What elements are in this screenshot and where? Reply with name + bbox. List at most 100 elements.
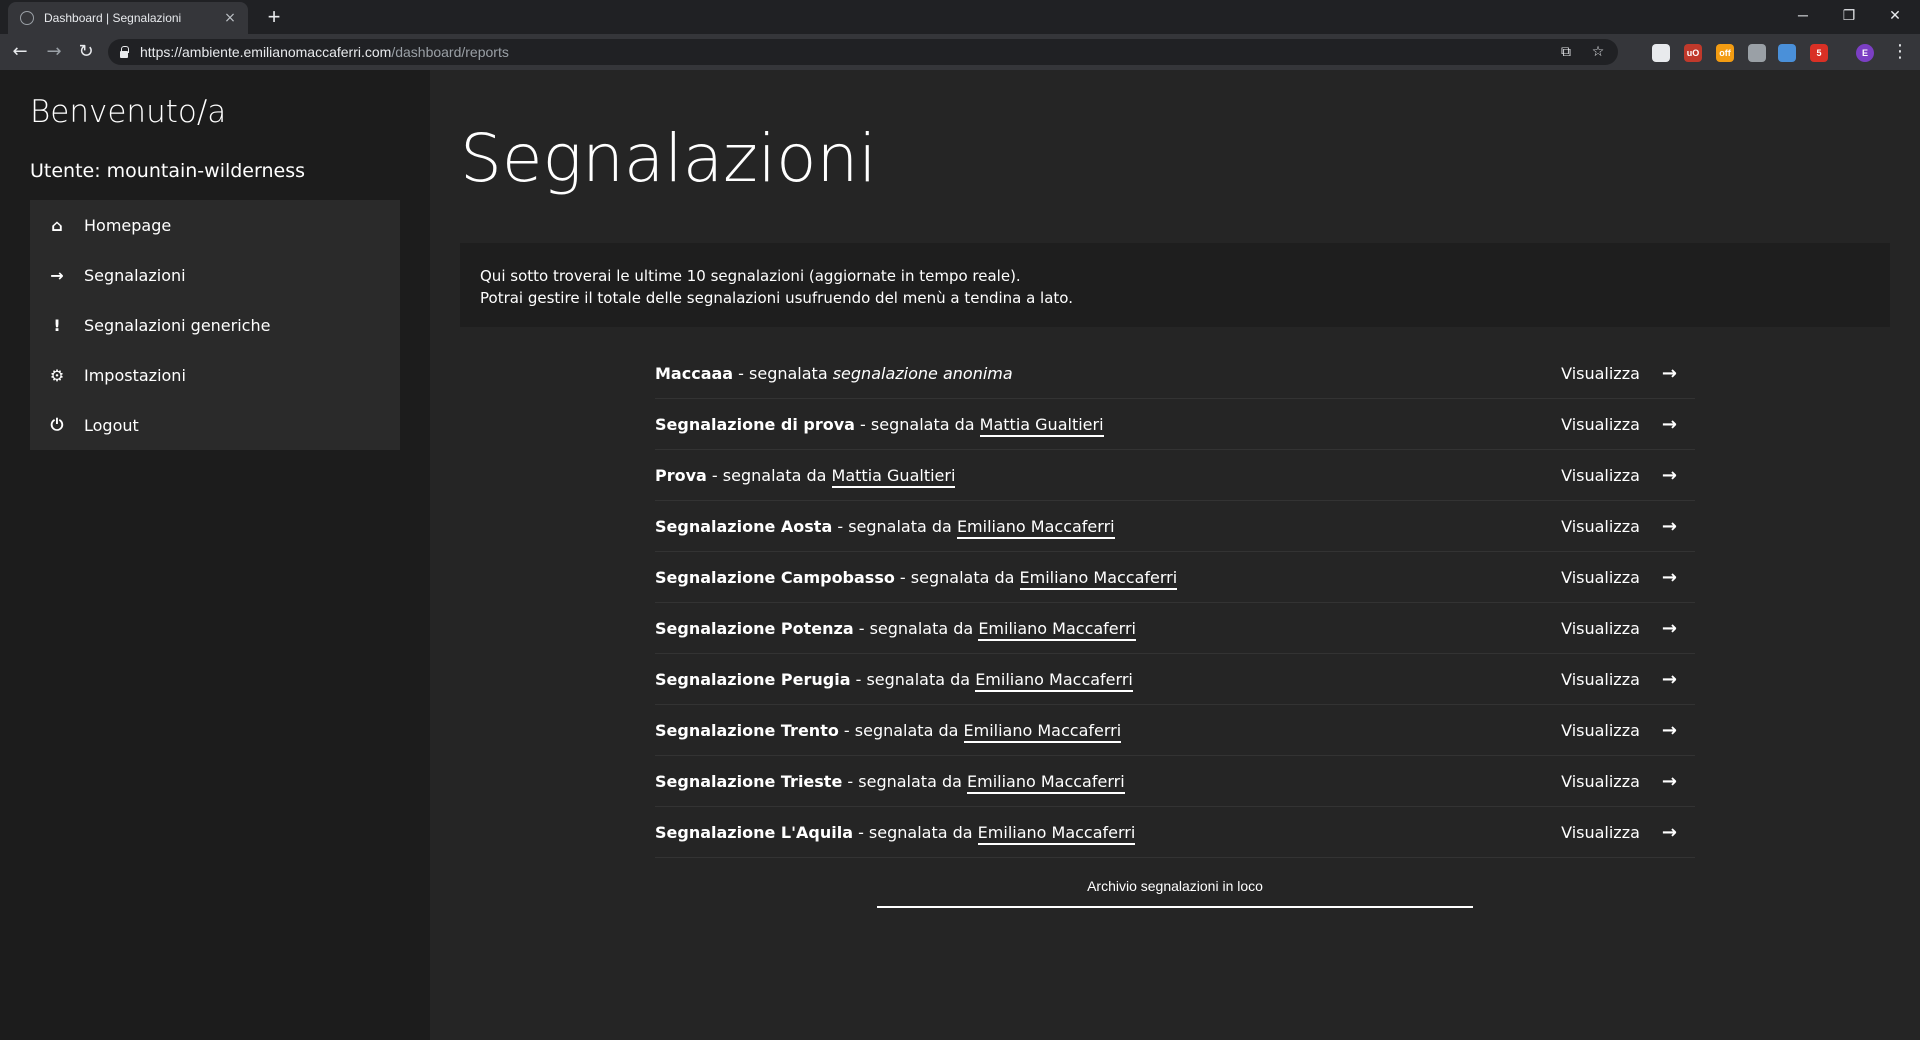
arrow-right-icon: → [1661, 464, 1677, 486]
view-report-button[interactable]: Visualizza → [1561, 516, 1677, 537]
view-report-button[interactable]: Visualizza → [1561, 414, 1677, 435]
arrow-right-icon: → [1661, 821, 1677, 843]
arrow-right-icon: → [50, 265, 64, 285]
view-report-button[interactable]: Visualizza → [1561, 363, 1677, 384]
url-host: https://ambiente.emilianomaccaferri.com [140, 44, 392, 60]
view-report-label: Visualizza [1561, 465, 1640, 485]
lock-icon [120, 45, 129, 58]
view-report-button[interactable]: Visualizza → [1561, 669, 1677, 690]
report-author-link[interactable]: Emiliano Maccaferri [1019, 567, 1178, 590]
view-report-label: Visualizza [1561, 771, 1640, 791]
intro-line: Qui sotto troverai le ultime 10 segnalaz… [480, 267, 1021, 285]
sidebar-item-segnalazioni[interactable]: → Segnalazioni [30, 250, 400, 300]
tab-close-icon[interactable]: × [222, 10, 238, 26]
reload-icon[interactable]: ↻ [72, 38, 100, 66]
window-restore-button[interactable]: ❐ [1826, 0, 1872, 30]
arrow-right-icon: → [1661, 515, 1677, 537]
view-report-button[interactable]: Visualizza → [1561, 465, 1677, 486]
report-by-text: - segnalata [733, 363, 833, 383]
report-by-text: - segnalata da [838, 720, 964, 740]
view-report-button[interactable]: Visualizza → [1561, 618, 1677, 639]
archive-link[interactable]: Archivio segnalazioni in loco [877, 878, 1473, 908]
extension-circle-icon[interactable] [1652, 44, 1670, 62]
view-report-label: Visualizza [1561, 363, 1640, 383]
report-row: Segnalazione Trieste - segnalata da Emil… [655, 756, 1695, 807]
tab-title: Dashboard | Segnalazioni [44, 11, 182, 25]
translate-icon[interactable]: ⧉ [1556, 42, 1576, 62]
power-icon: ⏻ [50, 415, 64, 434]
view-report-label: Visualizza [1561, 516, 1640, 536]
report-author-link[interactable]: Emiliano Maccaferri [967, 771, 1125, 794]
browser-tab[interactable]: Dashboard | Segnalazioni × [8, 2, 248, 34]
report-author-link[interactable]: Emiliano Maccaferri [956, 516, 1115, 539]
page-title: Segnalazioni [460, 120, 877, 197]
report-name: Segnalazione Campobasso [655, 567, 895, 587]
forward-arrow-icon[interactable]: → [40, 38, 68, 66]
view-report-button[interactable]: Visualizza → [1561, 771, 1677, 792]
address-bar[interactable]: https://ambiente.emilianomaccaferri.com /… [108, 39, 1618, 65]
report-author-link[interactable]: Mattia Gualtieri [831, 465, 956, 488]
report-by-text: - segnalata da [832, 516, 957, 536]
sidebar-item-label: Logout [84, 415, 139, 435]
report-by-text: - segnalata da [853, 618, 979, 638]
new-tab-button[interactable]: + [260, 4, 288, 30]
report-row: Segnalazione Campobasso - segnalata da E… [655, 552, 1695, 603]
report-description: Prova - segnalata da Mattia Gualtieri [655, 465, 956, 488]
view-report-label: Visualizza [1561, 822, 1640, 842]
sidebar-item-segnalazioni-generiche[interactable]: ! Segnalazioni generiche [30, 300, 400, 350]
report-author-link[interactable]: Mattia Gualtieri [979, 414, 1104, 437]
view-report-button[interactable]: Visualizza → [1561, 822, 1677, 843]
window-minimize-button[interactable]: ─ [1780, 0, 1826, 30]
report-name: Segnalazione Trieste [655, 771, 843, 791]
back-arrow-icon[interactable]: ← [6, 38, 34, 66]
extension-icon[interactable] [1778, 44, 1796, 62]
sidebar-item-impostazioni[interactable]: ⚙ Impostazioni [30, 350, 400, 400]
globe-icon [20, 11, 34, 25]
window-close-button[interactable]: ✕ [1872, 0, 1918, 30]
report-description: Segnalazione Potenza - segnalata da Emil… [655, 618, 1136, 641]
sidebar-item-label: Segnalazioni [84, 265, 186, 285]
sidebar-menu: ⌂ Homepage → Segnalazioni ! Segnalazioni… [30, 200, 400, 450]
profile-avatar-icon[interactable]: E [1856, 44, 1874, 62]
report-by-text: - segnalata da [894, 567, 1020, 587]
bookmark-star-icon[interactable]: ☆ [1588, 42, 1608, 62]
welcome-heading: Benvenuto/a [30, 94, 227, 130]
report-description: Segnalazione Campobasso - segnalata da E… [655, 567, 1178, 590]
url-path: /dashboard/reports [391, 44, 509, 60]
report-description: Maccaaa - segnalata segnalazione anonima [655, 364, 1013, 383]
report-by-text: - segnalata da [850, 669, 976, 689]
report-author-link[interactable]: Emiliano Maccaferri [975, 669, 1133, 692]
arrow-right-icon: → [1661, 770, 1677, 792]
sidebar-item-label: Segnalazioni generiche [84, 315, 271, 335]
report-description: Segnalazione L'Aquila - segnalata da Emi… [655, 822, 1136, 845]
report-author-link[interactable]: Emiliano Maccaferri [977, 822, 1136, 845]
view-report-label: Visualizza [1561, 618, 1640, 638]
extension-badge-icon[interactable]: 5 [1810, 44, 1828, 62]
sidebar-item-homepage[interactable]: ⌂ Homepage [30, 200, 400, 250]
current-user: Utente: mountain-wilderness [30, 160, 306, 182]
report-name: Segnalazione L'Aquila [655, 822, 853, 842]
report-row: Prova - segnalata da Mattia Gualtieri Vis… [655, 450, 1695, 501]
view-report-label: Visualizza [1561, 669, 1640, 689]
sidebar: Benvenuto/a Utente: mountain-wilderness … [0, 70, 430, 1040]
view-report-button[interactable]: Visualizza → [1561, 720, 1677, 741]
report-name: Segnalazione Perugia [655, 669, 851, 689]
honey-icon[interactable]: off [1716, 44, 1734, 62]
browser-menu-icon[interactable]: ⋮ [1886, 38, 1914, 66]
report-description: Segnalazione di prova - segnalata da Mat… [655, 414, 1104, 437]
report-author-link[interactable]: Emiliano Maccaferri [963, 720, 1122, 743]
browser-toolbar: ← → ↻ https://ambiente.emilianomaccaferr… [0, 34, 1920, 70]
download-icon[interactable] [1748, 44, 1766, 62]
sidebar-item-logout[interactable]: ⏻ Logout [30, 400, 400, 450]
report-author-link[interactable]: Emiliano Maccaferri [978, 618, 1136, 641]
browser-tab-bar: Dashboard | Segnalazioni × + ─ ❐ ✕ [0, 0, 1920, 34]
ublock-icon[interactable]: uO [1684, 44, 1702, 62]
arrow-right-icon: → [1661, 362, 1677, 384]
report-row: Maccaaa - segnalata segnalazione anonima… [655, 348, 1695, 399]
sidebar-item-label: Impostazioni [84, 365, 186, 385]
view-report-button[interactable]: Visualizza → [1561, 567, 1677, 588]
sidebar-item-label: Homepage [84, 215, 172, 235]
report-by-text: - segnalata da [842, 771, 967, 791]
report-row: Segnalazione di prova - segnalata da Mat… [655, 399, 1695, 450]
report-name: Maccaaa [655, 363, 734, 383]
